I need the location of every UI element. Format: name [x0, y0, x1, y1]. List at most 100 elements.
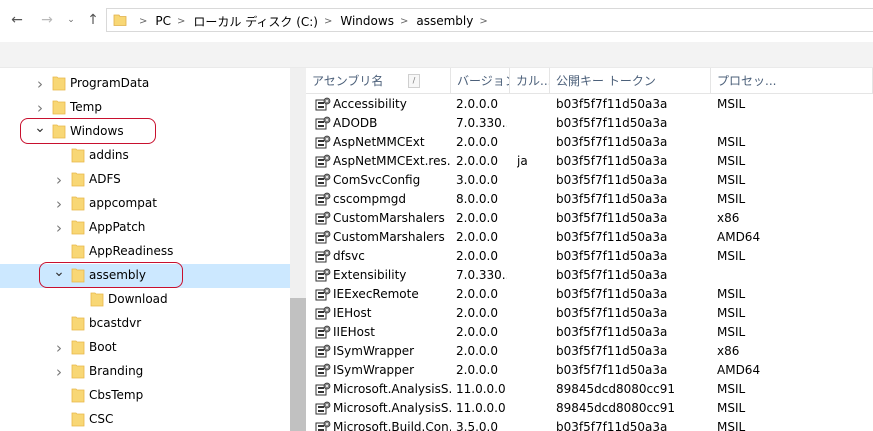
chevron-right-icon[interactable]: > [324, 16, 332, 27]
tree-item[interactable]: CSC [0, 408, 290, 431]
tree-item-label: CbsTemp [89, 388, 144, 402]
table-cell: Microsoft.AnalysisS... [333, 382, 451, 396]
table-row[interactable]: dfsvc 2.0.0.0 b03f5f7f11d50a3a MSIL [306, 247, 873, 266]
chevron-right-icon[interactable]: › [53, 341, 65, 356]
table-row[interactable]: CustomMarshalers 2.0.0.0 b03f5f7f11d50a3a A… [306, 228, 873, 247]
table-row[interactable]: ADODB 7.0.330... b03f5f7f11d50a3a [306, 114, 873, 133]
table-row[interactable]: Microsoft.Build.Con... 3.5.0.0 b03f5f7f11d… [306, 418, 873, 431]
tree-item[interactable]: › Temp [0, 96, 290, 120]
table-cell: MSIL [717, 287, 746, 301]
table-row[interactable]: cscompmgd 8.0.0.0 b03f5f7f11d50a3a MSIL [306, 190, 873, 209]
chevron-right-icon[interactable]: › [53, 365, 65, 380]
tree-item[interactable]: bcastdvr [0, 312, 290, 336]
assembly-icon [315, 230, 331, 244]
tree-item[interactable]: › Boot [0, 336, 290, 360]
assembly-list[interactable]: アセンブリ名 / バージョンカル... 公開キー トークン プロセッ... Access… [306, 68, 873, 431]
table-row[interactable]: Accessibility 2.0.0.0 b03f5f7f11d50a3a MSIL [306, 95, 873, 114]
table-cell: 2.0.0.0 [456, 325, 498, 339]
table-cell: Microsoft.Build.Con... [333, 420, 451, 431]
tree-item[interactable]: CbsTemp [0, 384, 290, 408]
recent-locations-chevron-icon[interactable]: ⌄ [62, 10, 80, 30]
tree-item[interactable]: › appcompat [0, 192, 290, 216]
assembly-icon [315, 325, 331, 339]
table-row[interactable]: CustomMarshalers 2.0.0.0 b03f5f7f11d50a3a x… [306, 209, 873, 228]
table-row[interactable]: ISymWrapper 2.0.0.0 b03f5f7f11d50a3a x86 [306, 342, 873, 361]
forward-arrow-icon[interactable]: → [38, 10, 56, 30]
table-cell: AMD64 [717, 230, 761, 244]
column-header[interactable]: 公開キー トークン [550, 68, 711, 94]
table-row[interactable]: IEExecRemote 2.0.0.0 b03f5f7f11d50a3a MSIL [306, 285, 873, 304]
chevron-right-icon[interactable]: › [53, 221, 65, 236]
table-cell: ja [517, 154, 528, 168]
up-arrow-icon[interactable]: ↑ [84, 10, 102, 30]
table-row[interactable]: Microsoft.AnalysisS... 11.0.0.0 89845dcd80… [306, 399, 873, 418]
tree-item[interactable]: AppReadiness [0, 240, 290, 264]
table-cell: Accessibility [333, 97, 407, 111]
table-cell: b03f5f7f11d50a3a [556, 287, 668, 301]
table-cell: b03f5f7f11d50a3a [556, 306, 668, 320]
table-row[interactable]: ISymWrapper 2.0.0.0 b03f5f7f11d50a3a AMD64 [306, 361, 873, 380]
assembly-icon [315, 287, 331, 301]
assembly-icon [315, 192, 331, 206]
table-cell: cscompmgd [333, 192, 407, 206]
highlight-annotation [20, 118, 156, 144]
assembly-icon [315, 382, 331, 396]
tree-item[interactable]: ⌄ Windows [0, 118, 290, 144]
breadcrumb-item-pc[interactable]: PC [155, 14, 171, 28]
tree-item[interactable]: addins [0, 144, 290, 168]
table-cell: b03f5f7f11d50a3a [556, 420, 668, 431]
table-cell: b03f5f7f11d50a3a [556, 192, 668, 206]
address-input[interactable]: > PC > ローカル ディスク (C:) > Windows > assemb… [106, 8, 873, 32]
chevron-right-icon[interactable]: › [53, 173, 65, 188]
highlight-annotation [39, 262, 183, 288]
breadcrumb-item-assembly[interactable]: assembly [416, 14, 473, 28]
address-bar-area: ← → ⌄ ↑ > PC > ローカル ディスク (C:) > Windows … [0, 0, 873, 42]
chevron-right-icon[interactable]: › [34, 77, 46, 92]
table-row[interactable]: IIEHost 2.0.0.0 b03f5f7f11d50a3a MSIL [306, 323, 873, 342]
table-row[interactable]: AspNetMMCExt.res... 2.0.0.0 ja b03f5f7f11d5… [306, 152, 873, 171]
tree-scrollbar[interactable] [290, 68, 306, 431]
table-cell: 2.0.0.0 [456, 154, 498, 168]
breadcrumb-item-local-disk[interactable]: ローカル ディスク (C:) [193, 13, 318, 30]
folder-icon [52, 76, 66, 91]
breadcrumb: > PC > ローカル ディスク (C:) > Windows > assemb… [133, 12, 496, 30]
column-header[interactable]: バージョン [451, 68, 510, 94]
folder-icon [52, 100, 66, 115]
chevron-right-icon[interactable]: > [400, 16, 408, 27]
tree-item[interactable]: ⌄ assembly [0, 262, 290, 288]
column-header[interactable]: カル... [510, 68, 550, 94]
tree-item[interactable]: › ProgramData [0, 72, 290, 96]
tree-item[interactable]: › Branding [0, 360, 290, 384]
table-row[interactable]: Extensibility 7.0.330... b03f5f7f11d50a3a [306, 266, 873, 285]
folder-icon [113, 14, 127, 26]
chevron-right-icon[interactable]: › [53, 197, 65, 212]
folder-icon [71, 172, 85, 187]
table-cell: b03f5f7f11d50a3a [556, 268, 668, 282]
folder-icon [90, 292, 104, 307]
back-arrow-icon[interactable]: ← [8, 10, 26, 30]
column-header-label: バージョン [457, 74, 509, 88]
tree-scrollbar-thumb[interactable] [290, 298, 306, 431]
table-row[interactable]: Microsoft.AnalysisS... 11.0.0.0 89845dcd80… [306, 380, 873, 399]
table-row[interactable]: IEHost 2.0.0.0 b03f5f7f11d50a3a MSIL [306, 304, 873, 323]
tree-item-label: addins [89, 148, 129, 162]
folder-icon [71, 220, 85, 235]
table-row[interactable]: ComSvcConfig 3.0.0.0 b03f5f7f11d50a3a MSIL [306, 171, 873, 190]
navigation-pane[interactable]: › ProgramData › Temp ⌄ Windows addins › ADFS › app… [0, 72, 290, 431]
tree-item[interactable]: › ADFS [0, 168, 290, 192]
table-row[interactable]: AspNetMMCExt 2.0.0.0 b03f5f7f11d50a3a MSIL [306, 133, 873, 152]
chevron-right-icon[interactable]: > [177, 16, 185, 27]
assembly-icon [315, 363, 331, 377]
tree-item[interactable]: › AppPatch [0, 216, 290, 240]
column-header[interactable]: アセンブリ名 / [306, 68, 451, 94]
chevron-right-icon[interactable]: > [479, 16, 487, 27]
column-header[interactable]: プロセッ... [711, 68, 873, 94]
table-cell: 2.0.0.0 [456, 306, 498, 320]
breadcrumb-item-windows[interactable]: Windows [340, 14, 394, 28]
assembly-icon [315, 401, 331, 415]
table-cell: b03f5f7f11d50a3a [556, 135, 668, 149]
chevron-right-icon[interactable]: › [34, 101, 46, 116]
folder-icon [71, 364, 85, 379]
assembly-icon [315, 154, 331, 168]
tree-item[interactable]: Download [0, 288, 290, 312]
